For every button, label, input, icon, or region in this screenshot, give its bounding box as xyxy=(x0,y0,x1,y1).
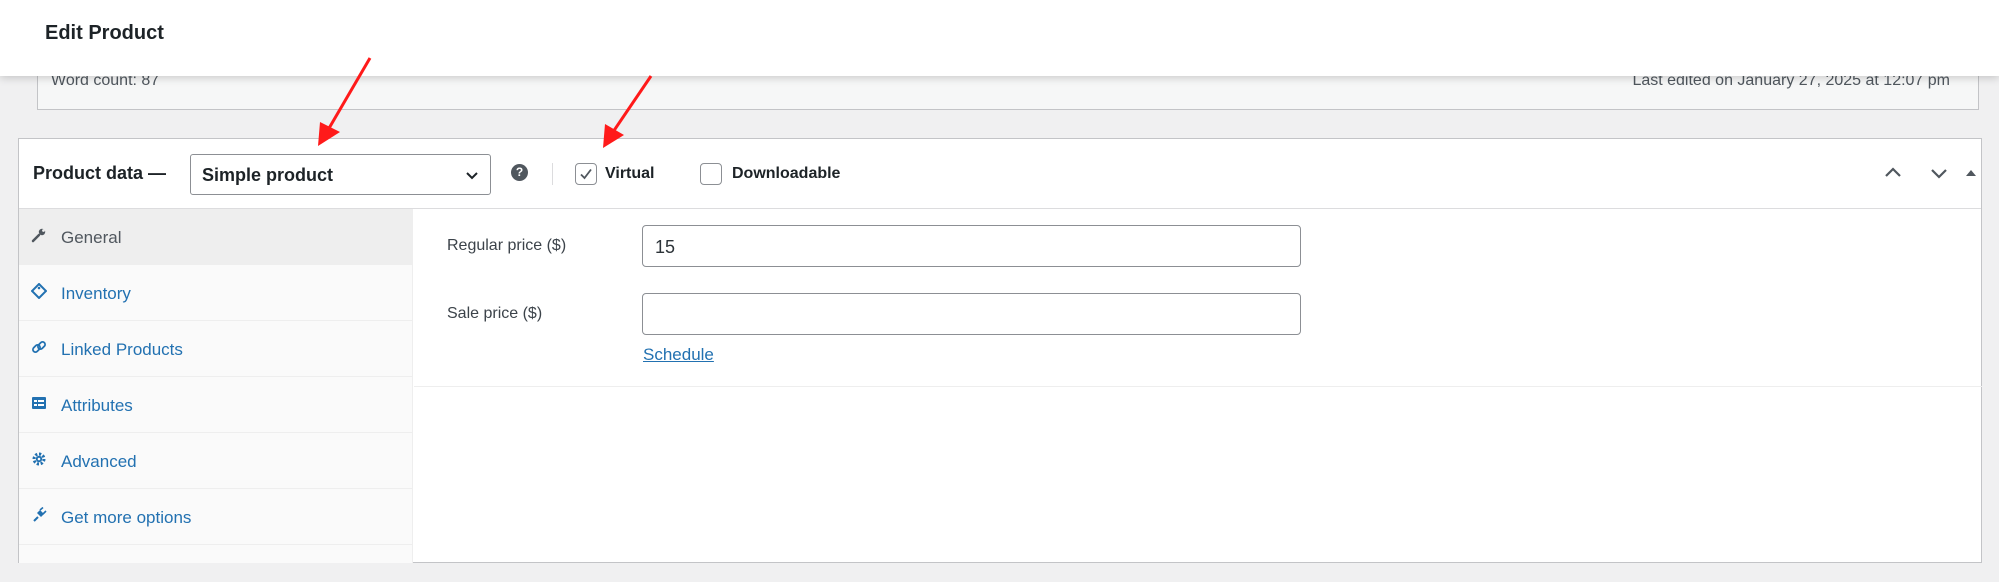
wrench-icon xyxy=(31,228,46,243)
tab-label: Advanced xyxy=(61,452,137,471)
schedule-link[interactable]: Schedule xyxy=(643,345,714,365)
tag-icon xyxy=(31,283,47,299)
tab-inventory[interactable]: Inventory xyxy=(19,265,413,321)
product-data-tabs: General Inventory Linked Products Attrib… xyxy=(19,209,413,563)
product-type-value: Simple product xyxy=(202,165,334,185)
tab-label: General xyxy=(61,228,122,247)
virtual-checkbox[interactable] xyxy=(575,163,597,185)
sale-price-input[interactable] xyxy=(642,293,1301,335)
downloadable-checkbox[interactable] xyxy=(700,163,722,185)
tab-label: Inventory xyxy=(61,284,131,303)
gear-icon xyxy=(32,452,46,466)
tab-label: Linked Products xyxy=(61,340,183,359)
move-up-icon[interactable] xyxy=(1881,161,1905,185)
product-data-panel: Product data — Simple product ? Virtual … xyxy=(18,138,1982,563)
virtual-label[interactable]: Virtual xyxy=(605,165,655,183)
help-icon[interactable]: ? xyxy=(511,164,528,181)
tab-general[interactable]: General xyxy=(19,209,413,265)
tab-label: Attributes xyxy=(61,396,133,415)
product-type-select[interactable]: Simple product xyxy=(190,154,491,195)
tab-advanced[interactable]: Advanced xyxy=(19,433,413,489)
divider xyxy=(552,163,553,185)
tab-get-more-options[interactable]: Get more options xyxy=(19,489,413,545)
downloadable-label[interactable]: Downloadable xyxy=(732,165,840,183)
product-data-header: Product data — Simple product ? Virtual … xyxy=(19,139,1981,209)
move-down-icon[interactable] xyxy=(1927,161,1951,185)
collapse-toggle-icon[interactable] xyxy=(1959,161,1983,185)
plugin-icon xyxy=(33,507,47,522)
link-icon xyxy=(32,341,46,353)
top-bar: Edit Product xyxy=(0,0,1999,76)
sale-price-label: Sale price ($) xyxy=(447,305,543,322)
regular-price-label: Regular price ($) xyxy=(447,237,567,254)
tab-linked-products[interactable]: Linked Products xyxy=(19,321,413,377)
list-card-icon xyxy=(32,397,46,409)
tab-attributes[interactable]: Attributes xyxy=(19,377,413,433)
chevron-down-icon xyxy=(466,172,478,180)
general-options-panel: Regular price ($) 15 Sale price ($) Sche… xyxy=(414,209,1982,387)
page-title: Edit Product xyxy=(45,22,164,44)
tab-label: Get more options xyxy=(61,508,192,527)
regular-price-value: 15 xyxy=(655,237,676,257)
regular-price-input[interactable]: 15 xyxy=(642,225,1301,267)
product-data-title: Product data — xyxy=(33,163,167,183)
checkmark-icon xyxy=(580,168,592,180)
